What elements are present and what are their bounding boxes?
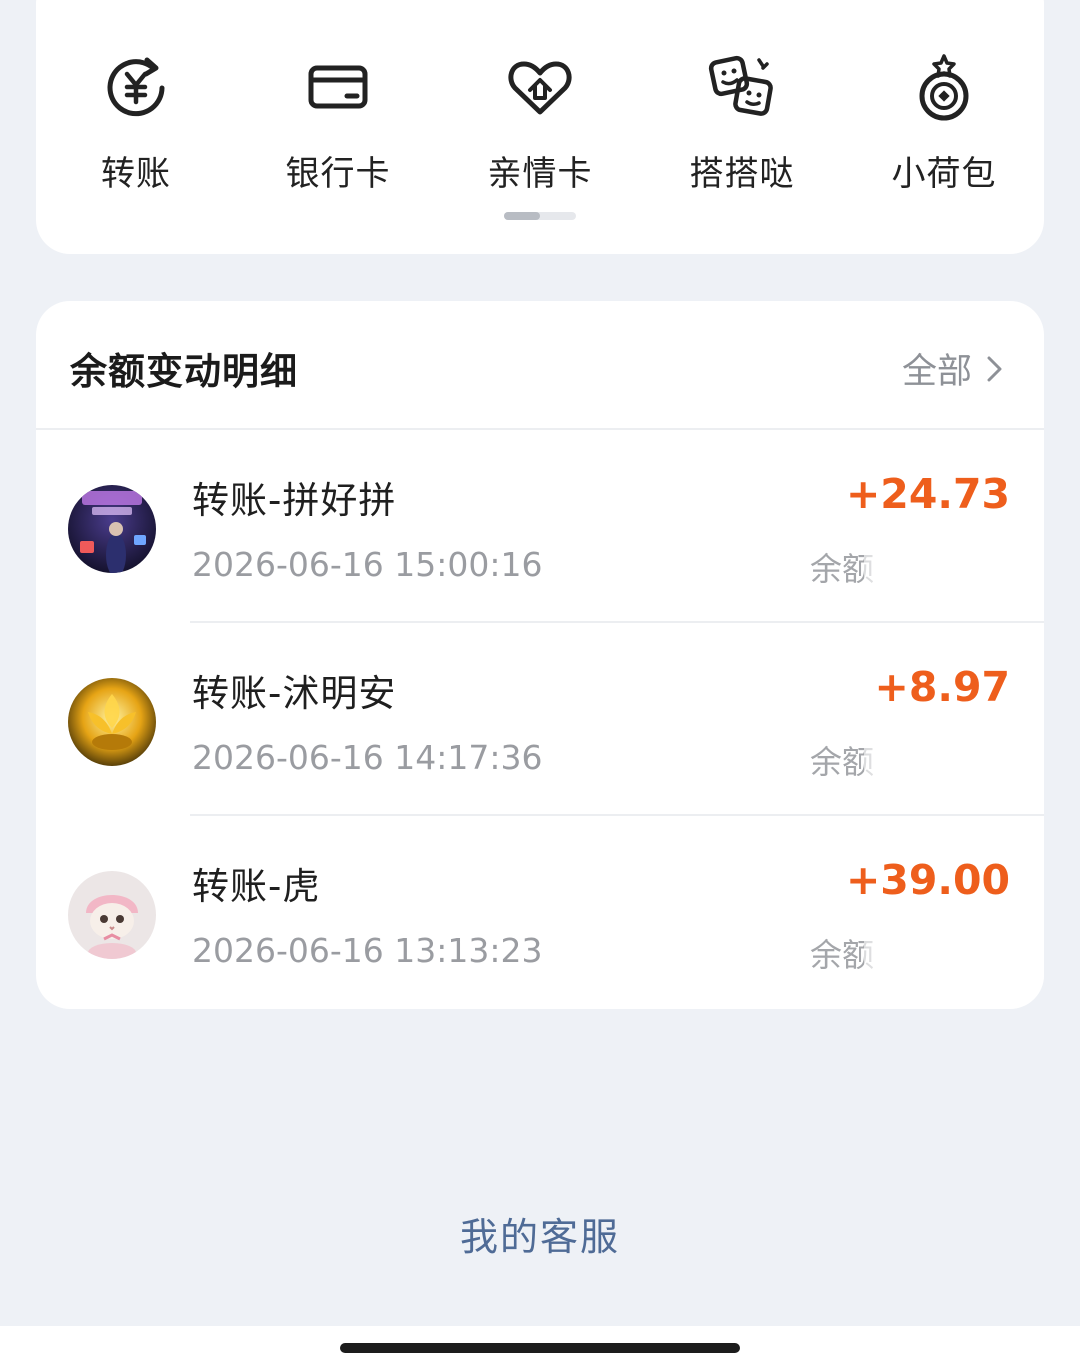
transaction-title: 转账-虎 xyxy=(192,865,321,908)
blurred-balance-mask xyxy=(864,703,1044,813)
bank-card-label: 银行卡 xyxy=(285,154,391,194)
dadada-label: 搭搭哒 xyxy=(689,154,795,194)
view-all-link[interactable]: 全部 xyxy=(902,343,1004,394)
dadada-action[interactable]: 搭搭哒 xyxy=(642,52,842,195)
bank-card-action[interactable]: 银行卡 xyxy=(238,52,438,195)
avatar xyxy=(68,871,156,959)
transfer-label: 转账 xyxy=(101,154,171,194)
home-indicator[interactable] xyxy=(340,1343,740,1353)
page-indicator-thumb xyxy=(504,212,540,220)
avatar xyxy=(68,678,156,766)
small-purse-label: 小荷包 xyxy=(891,154,997,194)
bank-card-icon xyxy=(308,65,368,109)
customer-service-link[interactable]: 我的客服 xyxy=(0,1206,1080,1261)
chevron-right-icon xyxy=(987,356,1002,381)
family-card-action[interactable]: 亲情卡 xyxy=(440,52,640,195)
small-purse-icon xyxy=(919,54,969,121)
wallet-page: 转账 银行卡 亲情卡 搭搭哒 小荷包 余额变动明细 全部 转账-拼好拼 2026… xyxy=(0,0,1080,1371)
view-all-label: 全部 xyxy=(901,352,972,392)
balance-detail-card: 余额变动明细 全部 转账-拼好拼 2026-06-16 15:00:16 +24… xyxy=(36,301,1044,1009)
family-card-heart-icon xyxy=(508,61,572,115)
transaction-row[interactable]: 转账-沭明安 2026-06-16 14:17:36 +8.97 余额 xyxy=(36,623,1044,816)
transaction-title: 转账-沭明安 xyxy=(192,672,397,715)
transaction-title: 转账-拼好拼 xyxy=(192,479,397,522)
avatar xyxy=(68,485,156,573)
balance-detail-header: 余额变动明细 全部 xyxy=(36,301,1044,430)
transaction-time: 2026-06-16 13:13:23 xyxy=(192,931,543,970)
transfer-action[interactable]: 转账 xyxy=(36,52,236,195)
blurred-balance-mask xyxy=(864,510,1044,620)
transaction-row[interactable]: 转账-拼好拼 2026-06-16 15:00:16 +24.73 余额 xyxy=(36,430,1044,623)
transfer-yuan-icon xyxy=(107,57,165,117)
small-purse-action[interactable]: 小荷包 xyxy=(844,52,1044,195)
balance-detail-title: 余额变动明细 xyxy=(70,350,298,393)
blurred-balance-mask xyxy=(864,896,1044,1006)
transaction-time: 2026-06-16 15:00:16 xyxy=(192,545,543,584)
quick-actions-card: 转账 银行卡 亲情卡 搭搭哒 小荷包 xyxy=(36,0,1044,254)
family-card-label: 亲情卡 xyxy=(487,154,593,194)
transaction-row[interactable]: 转账-虎 2026-06-16 13:13:23 +39.00 余额 xyxy=(36,816,1044,1009)
dadada-cards-icon xyxy=(708,55,773,116)
transaction-time: 2026-06-16 14:17:36 xyxy=(192,738,543,777)
actions-page-indicator xyxy=(504,212,576,220)
